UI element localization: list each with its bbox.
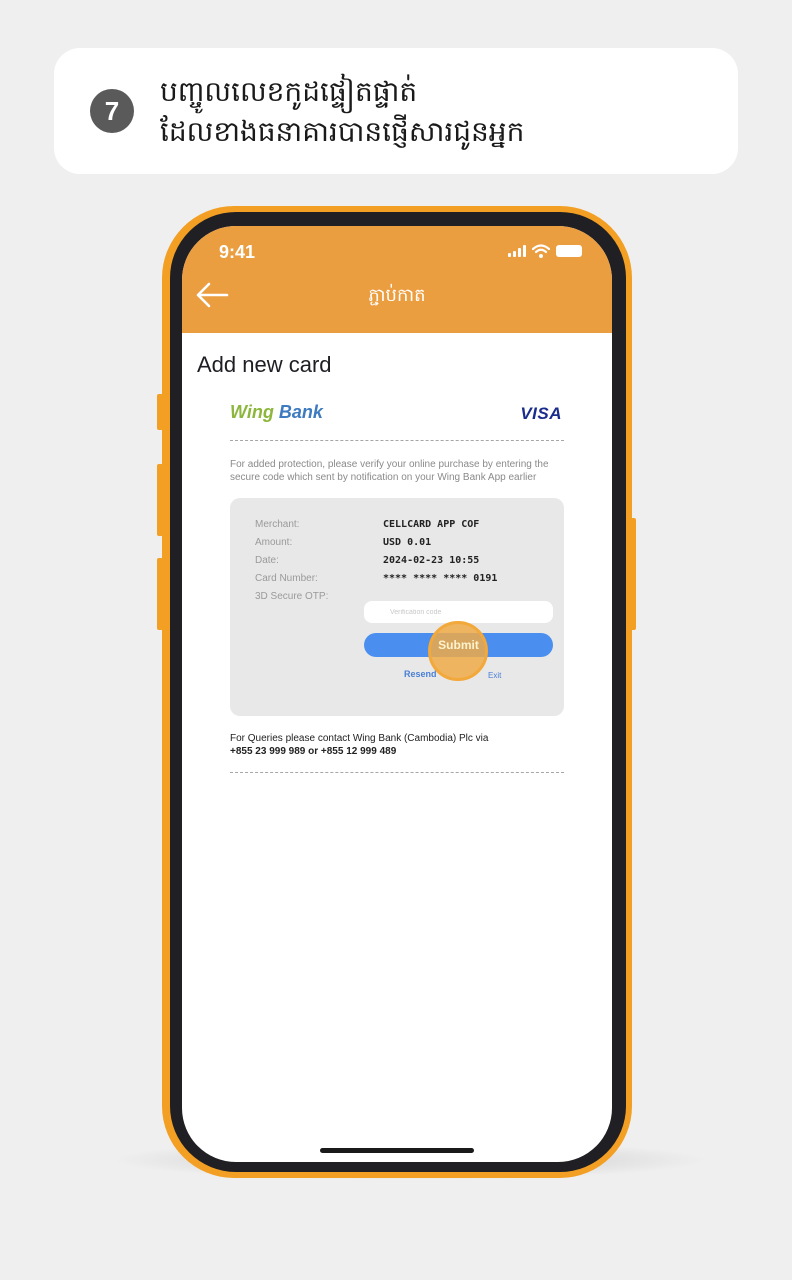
instruction-line-1: បញ្ចូលលេខកូដផ្ទៀតផ្ទាត់	[160, 75, 418, 108]
header-title: ភ្ជាប់កាត	[368, 285, 426, 306]
status-icons	[508, 244, 582, 258]
instruction-line-2: ដែលខាងធនាគារបានផ្ញើសារជូនអ្នក	[160, 115, 525, 148]
otp-panel: Merchant: CELLCARD APP COF Amount: USD 0…	[230, 498, 564, 716]
resend-link[interactable]: Resend	[404, 669, 437, 679]
otp-input[interactable]	[364, 601, 553, 623]
status-time: 9:41	[219, 242, 256, 262]
power-button	[630, 518, 636, 630]
submit-label: Submit	[438, 638, 479, 652]
amount-label: Amount:	[255, 537, 293, 548]
wing-bank-logo: Wing Bank	[230, 402, 323, 423]
contact-text: For Queries please contact Wing Bank (Ca…	[230, 733, 489, 744]
instruction-text: បញ្ចូលលេខកូដផ្ទៀតផ្ទាត់ ដែលខាងធនាគារបានផ…	[160, 72, 720, 152]
date-value: 2024-02-23 10:55	[383, 555, 480, 566]
logo-wing-text: Wing	[230, 402, 274, 422]
merchant-value: CELLCARD APP COF	[383, 519, 480, 530]
wifi-icon	[532, 244, 550, 258]
instruction-card: 7 បញ្ចូលលេខកូដផ្ទៀតផ្ទាត់ ដែលខាងធនាគារបា…	[54, 48, 738, 174]
exit-link[interactable]: Exit	[488, 671, 501, 680]
volume-down-button	[157, 558, 163, 630]
step-number-badge: 7	[90, 89, 134, 133]
app-header: 9:41 ភ្ជាប់កាត	[182, 226, 612, 333]
date-label: Date:	[255, 555, 279, 566]
otp-label: 3D Secure OTP:	[255, 591, 329, 602]
merchant-label: Merchant:	[255, 519, 300, 530]
battery-icon	[556, 245, 582, 257]
card-number-value: **** **** **** 0191	[383, 573, 498, 584]
visa-logo: VISA	[520, 404, 562, 423]
page-title: Add new card	[197, 352, 332, 377]
divider-top	[230, 440, 564, 441]
phone-screen: 9:41 ភ្ជាប់កាត Add new card Wing Bank VI…	[182, 226, 612, 1162]
logo-bank-text: Bank	[273, 402, 323, 422]
signal-icon	[508, 245, 526, 257]
amount-value: USD 0.01	[383, 537, 432, 548]
mute-switch	[157, 394, 163, 430]
divider-bottom	[230, 772, 564, 773]
home-indicator[interactable]	[320, 1148, 474, 1153]
volume-up-button	[157, 464, 163, 536]
contact-info: For Queries please contact Wing Bank (Ca…	[230, 732, 488, 758]
protection-notice: For added protection, please verify your…	[230, 459, 549, 483]
contact-phones: +855 23 999 989 or +855 12 999 489	[230, 746, 397, 757]
card-number-label: Card Number:	[255, 573, 318, 584]
